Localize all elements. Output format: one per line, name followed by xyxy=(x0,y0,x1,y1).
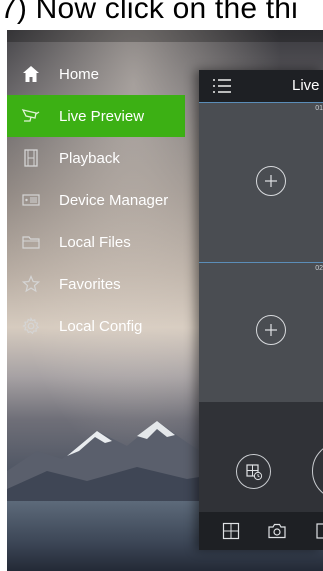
menu-item-playback[interactable]: Playback xyxy=(7,137,185,179)
menu-item-favorites[interactable]: Favorites xyxy=(7,263,185,305)
menu-label-local-files: Local Files xyxy=(59,233,131,251)
grid-clock-icon xyxy=(245,463,262,480)
video-cell-2[interactable]: 02 xyxy=(199,262,323,403)
ptz-joystick-button[interactable] xyxy=(312,442,323,500)
panel-title: Live xyxy=(292,77,320,94)
film-icon xyxy=(19,146,43,170)
split-screen-icon[interactable] xyxy=(221,521,241,541)
snapshot-camera-icon[interactable] xyxy=(267,521,287,541)
video-cell-1[interactable]: 01 xyxy=(199,102,323,262)
gear-icon xyxy=(19,314,43,338)
menu-item-local-files[interactable]: Local Files xyxy=(7,221,185,263)
menu-label-home: Home xyxy=(59,65,100,83)
menu-label-local-config: Local Config xyxy=(59,317,143,335)
add-camera-button[interactable] xyxy=(256,315,286,345)
home-icon xyxy=(19,62,43,86)
menu-label-device-manager: Device Manager xyxy=(59,191,169,209)
cell-tag: 02 xyxy=(315,265,323,272)
cell-tag: 01 xyxy=(315,105,323,112)
camera-icon xyxy=(19,104,43,128)
menu-label-playback: Playback xyxy=(59,149,120,167)
add-camera-button[interactable] xyxy=(256,166,286,196)
grid-clock-button[interactable] xyxy=(236,454,271,489)
menu-label-favorites: Favorites xyxy=(59,275,121,293)
star-icon xyxy=(19,272,43,296)
plus-icon xyxy=(265,175,277,187)
record-icon[interactable] xyxy=(313,521,323,541)
menu-label-live-preview: Live Preview xyxy=(59,107,145,125)
menu-item-device-manager[interactable]: Device Manager xyxy=(7,179,185,221)
menu-item-home[interactable]: Home xyxy=(7,53,185,95)
menu-item-live-preview[interactable]: Live Preview xyxy=(7,95,185,137)
tutorial-caption: 7) Now click on the thi xyxy=(0,0,299,25)
phone-screen: Home Live Preview Playback Device Manage… xyxy=(7,30,323,571)
list-menu-icon[interactable] xyxy=(212,77,232,99)
live-preview-panel: Live 01 02 xyxy=(199,70,323,550)
status-bar xyxy=(7,30,323,42)
control-area xyxy=(199,402,323,512)
panel-header: Live xyxy=(199,70,323,102)
plus-icon xyxy=(265,324,277,336)
folder-icon xyxy=(19,230,43,254)
bottom-toolbar xyxy=(199,512,323,550)
menu-item-local-config[interactable]: Local Config xyxy=(7,305,185,347)
dvr-icon xyxy=(19,188,43,212)
